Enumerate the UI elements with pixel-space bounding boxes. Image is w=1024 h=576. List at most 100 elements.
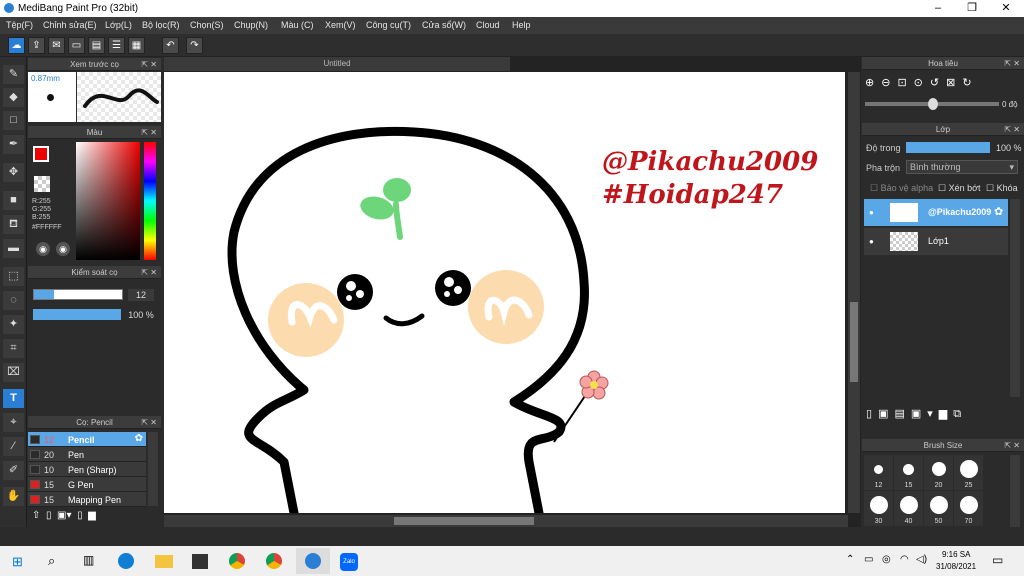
gear-icon[interactable]: ✿ [994, 205, 1003, 218]
volume-icon[interactable]: ◁) [916, 554, 927, 565]
hand-tool-icon[interactable]: ✋ [3, 487, 24, 506]
size-value[interactable]: 12 [128, 289, 154, 301]
brush-size-cell[interactable]: 40 [894, 491, 923, 526]
windows-start-icon[interactable]: ⊞ [12, 554, 23, 570]
brush-item[interactable]: 20 Pen [28, 447, 146, 462]
layer-folder-icon[interactable]: ▆ [939, 408, 953, 420]
drawing-canvas[interactable]: @Pikachu2009 #Hoidap247 [164, 72, 845, 513]
visibility-eye-icon[interactable]: ● [869, 208, 874, 217]
hue-slider[interactable] [144, 142, 156, 260]
menu-tools[interactable]: Công cụ(T) [366, 20, 411, 30]
menu-filter[interactable]: Bộ lọc(R) [142, 20, 180, 30]
network-icon[interactable]: ◎ [882, 554, 891, 565]
list-icon[interactable]: ☰ [108, 37, 125, 54]
brush-size-cell[interactable]: 20 [924, 455, 953, 490]
eyedropper-icon[interactable]: ✐ [3, 461, 24, 480]
dropper-tool-icon[interactable]: ⁄ [3, 437, 24, 456]
menu-snap[interactable]: Chụp(N) [234, 20, 268, 30]
layer-item-pikachu[interactable]: ● @Pikachu2009 ✿ [864, 199, 1008, 226]
store-icon[interactable] [192, 554, 208, 569]
size-scrollbar[interactable] [1010, 455, 1020, 527]
document-tab[interactable]: Untitled [164, 57, 510, 71]
menu-help[interactable]: Help [512, 20, 531, 30]
close-button[interactable]: ✕ [989, 0, 1023, 17]
select-rect-icon[interactable]: ⬚ [3, 267, 24, 286]
palette-icon[interactable]: ◉ [36, 242, 50, 256]
rotate-left-icon[interactable]: ↺ [930, 77, 946, 89]
panel-close-icon[interactable]: ⇱ ✕ [141, 418, 157, 427]
clipping-checkbox[interactable]: ☐ Xén bớt [938, 183, 981, 194]
battery-icon[interactable]: ▭ [864, 554, 873, 565]
grid-icon[interactable]: ▦ [128, 37, 145, 54]
brush-size-cell[interactable]: 25 [954, 455, 983, 490]
transparent-swatch[interactable] [34, 176, 50, 192]
zoom-out-icon[interactable]: ⊖ [881, 77, 897, 89]
comment-icon[interactable]: ✉ [48, 37, 65, 54]
protect-alpha-checkbox[interactable]: ☐ Bảo vệ alpha [870, 183, 933, 194]
redo-icon[interactable]: ↷ [186, 37, 203, 54]
share-icon[interactable]: ⇪ [28, 37, 45, 54]
task-view-icon[interactable]: ▥ [83, 553, 94, 567]
delete-brush-icon[interactable]: ▯ [77, 510, 83, 521]
vertical-scrollbar[interactable] [848, 72, 860, 513]
search-icon[interactable]: ⌕ [48, 553, 55, 569]
select-pen-icon[interactable]: ⌗ [3, 339, 24, 358]
new-brush-icon[interactable]: ▯ [46, 510, 52, 521]
cloud-icon[interactable]: ☁ [8, 37, 25, 54]
zoom-in-icon[interactable]: ⊕ [865, 77, 881, 89]
brush-item[interactable]: 15 G Pen [28, 477, 146, 492]
text-tool-icon[interactable]: T [3, 389, 24, 408]
fill-rect-tool-icon[interactable]: ■ [3, 191, 24, 210]
eraser-tool-icon[interactable]: ◆ [3, 88, 24, 107]
panel-close-icon[interactable]: ⇱ ✕ [141, 128, 157, 137]
panel-close-icon[interactable]: ⇱ ✕ [1004, 59, 1020, 68]
notification-icon[interactable]: ▭ [992, 553, 1003, 567]
brush-item[interactable]: 10 Pen (Sharp) [28, 462, 146, 477]
lasso-tool-icon[interactable]: ◌ [3, 291, 24, 310]
menu-select[interactable]: Chọn(S) [190, 20, 224, 30]
clock-time[interactable]: 9:16 SA [942, 550, 970, 559]
maximize-button[interactable]: ❐ [955, 0, 989, 17]
pen-tool-icon[interactable]: ✒ [3, 135, 24, 154]
rotate-reset-icon[interactable]: ⊠ [946, 77, 962, 89]
minimize-button[interactable]: – [921, 0, 955, 17]
layer-opacity-slider[interactable] [906, 142, 990, 153]
menu-file[interactable]: Tệp(F) [6, 20, 33, 30]
new-8bit-layer-icon[interactable]: ▤ [894, 408, 910, 420]
layer-menu-icon[interactable]: ▣▾ [911, 408, 939, 420]
brush-size-cell[interactable]: 50 [924, 491, 953, 526]
gradient-tool-icon[interactable]: ▬ [3, 239, 24, 258]
brush-size-cell[interactable]: 30 [864, 491, 893, 526]
menu-view[interactable]: Xem(V) [325, 20, 356, 30]
main-color-swatch[interactable] [33, 146, 49, 162]
saturation-value-picker[interactable] [76, 142, 140, 260]
brush-tool-icon[interactable]: ✎ [3, 65, 24, 84]
rotate-right-icon[interactable]: ↻ [962, 77, 978, 89]
undo-icon[interactable]: ↶ [162, 37, 179, 54]
zoom-reset-icon[interactable]: ⊙ [914, 77, 930, 89]
layer-scrollbar[interactable] [1010, 199, 1020, 397]
brush-item[interactable]: 12 Pencil ✿ [28, 432, 146, 447]
palette-add-icon[interactable]: ◉ [56, 242, 70, 256]
document-icon[interactable]: ▤ [88, 37, 105, 54]
brush-menu-icon[interactable]: ▣▾ [57, 510, 71, 521]
brush-size-cell[interactable]: 12 [864, 455, 893, 490]
tray-chevron-icon[interactable]: ⌃ [846, 554, 854, 565]
horizontal-scrollbar[interactable] [164, 515, 848, 527]
opacity-slider[interactable] [33, 309, 121, 320]
size-slider[interactable] [33, 289, 123, 300]
folder-icon[interactable]: ▆ [88, 510, 96, 521]
medibang-task[interactable] [296, 548, 330, 574]
magic-wand-icon[interactable]: ✦ [3, 315, 24, 334]
menu-color[interactable]: Màu (C) [281, 20, 314, 30]
layer-item-lop1[interactable]: ● Lớp1 [864, 228, 1008, 255]
panel-close-icon[interactable]: ⇱ ✕ [141, 268, 157, 277]
file-explorer-icon[interactable] [155, 555, 173, 568]
new-layer-icon[interactable]: ▯ [866, 408, 878, 420]
rectangle-tool-icon[interactable]: □ [3, 111, 24, 130]
brush-scrollbar[interactable] [148, 432, 158, 506]
chrome-profile-icon[interactable] [266, 553, 282, 569]
visibility-eye-icon[interactable]: ● [869, 237, 874, 246]
bucket-tool-icon[interactable]: ⛾ [3, 215, 24, 234]
select-eraser-icon[interactable]: ⌧ [3, 363, 24, 382]
